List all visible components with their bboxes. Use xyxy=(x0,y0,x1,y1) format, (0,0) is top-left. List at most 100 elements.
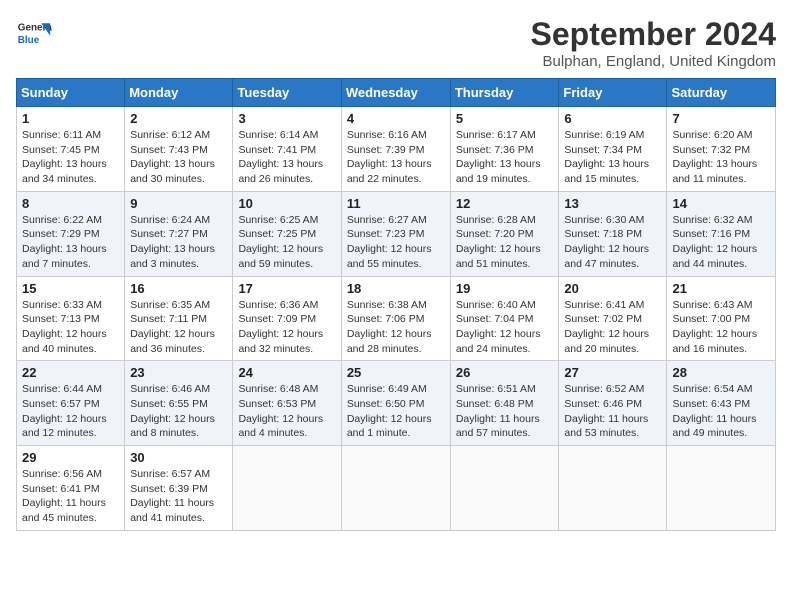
day-info: Sunrise: 6:12 AM Sunset: 7:43 PM Dayligh… xyxy=(130,128,227,187)
day-number: 17 xyxy=(238,281,335,296)
calendar-week-row: 22 Sunrise: 6:44 AM Sunset: 6:57 PM Dayli… xyxy=(17,361,776,446)
header-saturday: Saturday xyxy=(667,79,776,107)
calendar-week-row: 8 Sunrise: 6:22 AM Sunset: 7:29 PM Daylig… xyxy=(17,191,776,276)
day-info: Sunrise: 6:22 AM Sunset: 7:29 PM Dayligh… xyxy=(22,213,119,272)
table-row: 10Sunrise: 6:25 AM Sunset: 7:25 PM Dayli… xyxy=(233,191,341,276)
day-info: Sunrise: 6:28 AM Sunset: 7:20 PM Dayligh… xyxy=(456,213,554,272)
day-info: Sunrise: 6:43 AM Sunset: 7:00 PM Dayligh… xyxy=(672,298,770,357)
calendar-week-row: 29Sunrise: 6:56 AM Sunset: 6:41 PM Dayli… xyxy=(17,446,776,531)
day-info: Sunrise: 6:44 AM Sunset: 6:57 PM Dayligh… xyxy=(22,382,119,441)
table-row xyxy=(450,446,559,531)
calendar-week-row: 1 Sunrise: 6:11 AM Sunset: 7:45 PM Daylig… xyxy=(17,107,776,192)
day-info: Sunrise: 6:40 AM Sunset: 7:04 PM Dayligh… xyxy=(456,298,554,357)
svg-text:Blue: Blue xyxy=(18,35,40,46)
calendar-week-row: 15Sunrise: 6:33 AM Sunset: 7:13 PM Dayli… xyxy=(17,276,776,361)
table-row: 7 Sunrise: 6:20 AM Sunset: 7:32 PM Daylig… xyxy=(667,107,776,192)
day-info: Sunrise: 6:30 AM Sunset: 7:18 PM Dayligh… xyxy=(564,213,661,272)
table-row: 28 Sunrise: 6:54 AM Sunset: 6:43 PM Dayli… xyxy=(667,361,776,446)
table-row: 27Sunrise: 6:52 AM Sunset: 6:46 PM Dayli… xyxy=(559,361,667,446)
day-info: Sunrise: 6:14 AM Sunset: 7:41 PM Dayligh… xyxy=(238,128,335,187)
location-subtitle: Bulphan, England, United Kingdom xyxy=(531,53,776,70)
table-row xyxy=(233,446,341,531)
table-row: 21 Sunrise: 6:43 AM Sunset: 7:00 PM Dayli… xyxy=(667,276,776,361)
table-row: 30Sunrise: 6:57 AM Sunset: 6:39 PM Dayli… xyxy=(125,446,233,531)
day-number: 5 xyxy=(456,111,554,126)
calendar-header-row: Sunday Monday Tuesday Wednesday Thursday… xyxy=(17,79,776,107)
day-info: Sunrise: 6:27 AM Sunset: 7:23 PM Dayligh… xyxy=(347,213,445,272)
day-number: 6 xyxy=(564,111,661,126)
day-info: Sunrise: 6:57 AM Sunset: 6:39 PM Dayligh… xyxy=(130,467,227,526)
day-info: Sunrise: 6:24 AM Sunset: 7:27 PM Dayligh… xyxy=(130,213,227,272)
day-info: Sunrise: 6:51 AM Sunset: 6:48 PM Dayligh… xyxy=(456,382,554,441)
day-number: 8 xyxy=(22,196,119,211)
table-row: 1 Sunrise: 6:11 AM Sunset: 7:45 PM Daylig… xyxy=(17,107,125,192)
day-info: Sunrise: 6:19 AM Sunset: 7:34 PM Dayligh… xyxy=(564,128,661,187)
table-row: 16 Sunrise: 6:35 AM Sunset: 7:11 PM Dayli… xyxy=(125,276,233,361)
table-row: 25 Sunrise: 6:49 AM Sunset: 6:50 PM Dayli… xyxy=(341,361,450,446)
day-number: 16 xyxy=(130,281,227,296)
header-thursday: Thursday xyxy=(450,79,559,107)
day-info: Sunrise: 6:38 AM Sunset: 7:06 PM Dayligh… xyxy=(347,298,445,357)
day-number: 23 xyxy=(130,365,227,380)
table-row: 5 Sunrise: 6:17 AM Sunset: 7:36 PM Daylig… xyxy=(450,107,559,192)
table-row: 13 Sunrise: 6:30 AM Sunset: 7:18 PM Dayli… xyxy=(559,191,667,276)
table-row xyxy=(667,446,776,531)
day-info: Sunrise: 6:36 AM Sunset: 7:09 PM Dayligh… xyxy=(238,298,335,357)
day-number: 9 xyxy=(130,196,227,211)
day-number: 28 xyxy=(672,365,770,380)
table-row: 11Sunrise: 6:27 AM Sunset: 7:23 PM Dayli… xyxy=(341,191,450,276)
table-row: 8 Sunrise: 6:22 AM Sunset: 7:29 PM Daylig… xyxy=(17,191,125,276)
day-info: Sunrise: 6:20 AM Sunset: 7:32 PM Dayligh… xyxy=(672,128,770,187)
logo-icon: General Blue xyxy=(16,16,52,52)
table-row: 15Sunrise: 6:33 AM Sunset: 7:13 PM Dayli… xyxy=(17,276,125,361)
day-info: Sunrise: 6:32 AM Sunset: 7:16 PM Dayligh… xyxy=(672,213,770,272)
page-header: General Blue September 2024 Bulphan, Eng… xyxy=(16,16,776,70)
day-info: Sunrise: 6:16 AM Sunset: 7:39 PM Dayligh… xyxy=(347,128,445,187)
table-row: 14Sunrise: 6:32 AM Sunset: 7:16 PM Dayli… xyxy=(667,191,776,276)
month-title: September 2024 xyxy=(531,16,776,53)
day-number: 13 xyxy=(564,196,661,211)
day-info: Sunrise: 6:33 AM Sunset: 7:13 PM Dayligh… xyxy=(22,298,119,357)
logo: General Blue xyxy=(16,16,52,52)
table-row: 3 Sunrise: 6:14 AM Sunset: 7:41 PM Daylig… xyxy=(233,107,341,192)
day-number: 21 xyxy=(672,281,770,296)
day-number: 1 xyxy=(22,111,119,126)
day-number: 19 xyxy=(456,281,554,296)
day-number: 7 xyxy=(672,111,770,126)
title-block: September 2024 Bulphan, England, United … xyxy=(531,16,776,70)
day-info: Sunrise: 6:46 AM Sunset: 6:55 PM Dayligh… xyxy=(130,382,227,441)
day-number: 20 xyxy=(564,281,661,296)
day-info: Sunrise: 6:56 AM Sunset: 6:41 PM Dayligh… xyxy=(22,467,119,526)
day-number: 4 xyxy=(347,111,445,126)
header-wednesday: Wednesday xyxy=(341,79,450,107)
table-row: 24Sunrise: 6:48 AM Sunset: 6:53 PM Dayli… xyxy=(233,361,341,446)
day-info: Sunrise: 6:41 AM Sunset: 7:02 PM Dayligh… xyxy=(564,298,661,357)
day-number: 24 xyxy=(238,365,335,380)
day-info: Sunrise: 6:17 AM Sunset: 7:36 PM Dayligh… xyxy=(456,128,554,187)
table-row: 26 Sunrise: 6:51 AM Sunset: 6:48 PM Dayli… xyxy=(450,361,559,446)
day-info: Sunrise: 6:35 AM Sunset: 7:11 PM Dayligh… xyxy=(130,298,227,357)
day-number: 12 xyxy=(456,196,554,211)
day-info: Sunrise: 6:11 AM Sunset: 7:45 PM Dayligh… xyxy=(22,128,119,187)
table-row xyxy=(341,446,450,531)
table-row: 17 Sunrise: 6:36 AM Sunset: 7:09 PM Dayli… xyxy=(233,276,341,361)
table-row: 4 Sunrise: 6:16 AM Sunset: 7:39 PM Daylig… xyxy=(341,107,450,192)
day-number: 25 xyxy=(347,365,445,380)
calendar-table: Sunday Monday Tuesday Wednesday Thursday… xyxy=(16,78,776,531)
day-number: 18 xyxy=(347,281,445,296)
day-number: 22 xyxy=(22,365,119,380)
day-number: 26 xyxy=(456,365,554,380)
day-number: 3 xyxy=(238,111,335,126)
day-number: 2 xyxy=(130,111,227,126)
header-tuesday: Tuesday xyxy=(233,79,341,107)
header-sunday: Sunday xyxy=(17,79,125,107)
table-row: 9 Sunrise: 6:24 AM Sunset: 7:27 PM Daylig… xyxy=(125,191,233,276)
day-info: Sunrise: 6:49 AM Sunset: 6:50 PM Dayligh… xyxy=(347,382,445,441)
table-row: 2 Sunrise: 6:12 AM Sunset: 7:43 PM Daylig… xyxy=(125,107,233,192)
day-info: Sunrise: 6:54 AM Sunset: 6:43 PM Dayligh… xyxy=(672,382,770,441)
table-row: 29Sunrise: 6:56 AM Sunset: 6:41 PM Dayli… xyxy=(17,446,125,531)
header-monday: Monday xyxy=(125,79,233,107)
header-friday: Friday xyxy=(559,79,667,107)
day-number: 27 xyxy=(564,365,661,380)
table-row: 20 Sunrise: 6:41 AM Sunset: 7:02 PM Dayli… xyxy=(559,276,667,361)
